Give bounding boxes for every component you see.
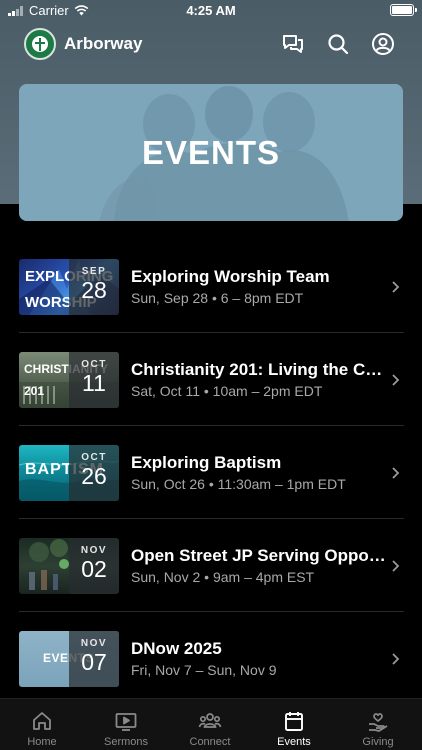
event-datetime: Fri, Nov 7 – Sun, Nov 9 bbox=[131, 662, 277, 678]
event-month: NOV bbox=[80, 545, 108, 556]
people-icon bbox=[198, 713, 222, 728]
home-icon bbox=[33, 712, 51, 730]
event-date-badge: OCT 26 bbox=[69, 445, 119, 501]
event-row[interactable]: BAPTISM OCT 26 Exploring Baptism Sun, Oc… bbox=[0, 426, 422, 519]
church-logo[interactable] bbox=[24, 28, 56, 60]
battery-icon bbox=[390, 4, 417, 16]
app-title: Arborway bbox=[64, 34, 143, 53]
event-day: 07 bbox=[81, 649, 107, 675]
tab-giving[interactable]: Giving bbox=[336, 699, 420, 750]
tab-label: Sermons bbox=[103, 736, 149, 748]
chevron-right-icon bbox=[392, 374, 400, 386]
event-datetime: Sun, Sep 28 • 6 – 8pm EDT bbox=[131, 290, 304, 306]
status-time: 4:25 AM bbox=[186, 3, 236, 18]
heart-hand-icon bbox=[369, 713, 388, 732]
tab-home[interactable]: Home bbox=[0, 699, 84, 750]
event-datetime: Sun, Oct 26 • 11:30am – 1pm EDT bbox=[131, 476, 346, 492]
chevron-right-icon bbox=[392, 653, 400, 665]
event-thumbnail: EVENTS NOV 07 bbox=[19, 631, 119, 687]
event-title: Exploring Worship Team bbox=[131, 267, 330, 286]
event-day: 26 bbox=[81, 463, 107, 489]
tab-events[interactable]: Events bbox=[252, 699, 336, 750]
chat-icon bbox=[283, 35, 303, 53]
hero-title: EVENTS bbox=[141, 134, 281, 171]
event-day: 02 bbox=[81, 556, 107, 582]
event-month: OCT bbox=[81, 452, 107, 463]
tab-label: Events bbox=[277, 736, 311, 748]
bottom-tab-bar: Home Sermons Connect Events Giving bbox=[0, 698, 422, 750]
profile-icon bbox=[372, 33, 394, 55]
event-month: NOV bbox=[80, 638, 108, 649]
event-row[interactable]: EVENTS NOV 07 DNow 2025 Fri, Nov 7 – Sun… bbox=[0, 612, 422, 705]
calendar-icon bbox=[285, 712, 303, 731]
tree-cross-icon bbox=[32, 36, 48, 52]
event-title: Open Street JP Serving Oppor... bbox=[131, 546, 386, 565]
chevron-right-icon bbox=[392, 467, 400, 479]
play-icon bbox=[115, 713, 137, 731]
tab-label: Connect bbox=[189, 736, 231, 748]
tab-label: Giving bbox=[362, 736, 394, 748]
event-date-badge: NOV 07 bbox=[69, 631, 119, 687]
event-date-badge: OCT 11 bbox=[69, 352, 119, 408]
event-thumbnail: NOV 02 bbox=[19, 538, 119, 594]
event-thumbnail: CHRISTIANITY 201 OCT 11 bbox=[19, 352, 119, 408]
events-hero-banner: EVENTS bbox=[19, 84, 403, 221]
event-title: Christianity 201: Living the Ch... bbox=[131, 360, 386, 379]
search-icon bbox=[328, 34, 349, 55]
profile-button[interactable] bbox=[369, 30, 397, 58]
event-datetime: Sun, Nov 2 • 9am – 4pm EST bbox=[131, 569, 315, 585]
event-month: SEP bbox=[81, 266, 107, 277]
event-day: 28 bbox=[81, 277, 107, 303]
event-datetime: Sat, Oct 11 • 10am – 2pm EDT bbox=[131, 383, 323, 399]
event-thumbnail: EXPLORING WORSHIP SEP 28 bbox=[19, 259, 119, 315]
event-row[interactable]: CHRISTIANITY 201 OCT 11 Christianity 201… bbox=[0, 333, 422, 426]
event-row[interactable]: EXPLORING WORSHIP SEP 28 Exploring Worsh… bbox=[0, 240, 422, 333]
chevron-right-icon bbox=[392, 281, 400, 293]
event-date-badge: NOV 02 bbox=[69, 538, 119, 594]
event-thumbnail: BAPTISM OCT 26 bbox=[19, 445, 119, 501]
app-header: Arborway bbox=[0, 24, 422, 64]
tab-connect[interactable]: Connect bbox=[168, 699, 252, 750]
event-title: DNow 2025 bbox=[131, 639, 222, 658]
tab-sermons[interactable]: Sermons bbox=[84, 699, 168, 750]
search-button[interactable] bbox=[324, 30, 352, 58]
event-date-badge: SEP 28 bbox=[69, 259, 119, 315]
event-title: Exploring Baptism bbox=[131, 453, 282, 472]
chat-button[interactable] bbox=[279, 30, 307, 58]
status-bar: Carrier 4:25 AM bbox=[0, 0, 422, 22]
event-day: 11 bbox=[82, 370, 106, 396]
tab-label: Home bbox=[27, 736, 57, 748]
chevron-right-icon bbox=[392, 560, 400, 572]
event-month: OCT bbox=[81, 359, 107, 370]
event-row[interactable]: NOV 02 Open Street JP Serving Oppor... S… bbox=[0, 519, 422, 612]
